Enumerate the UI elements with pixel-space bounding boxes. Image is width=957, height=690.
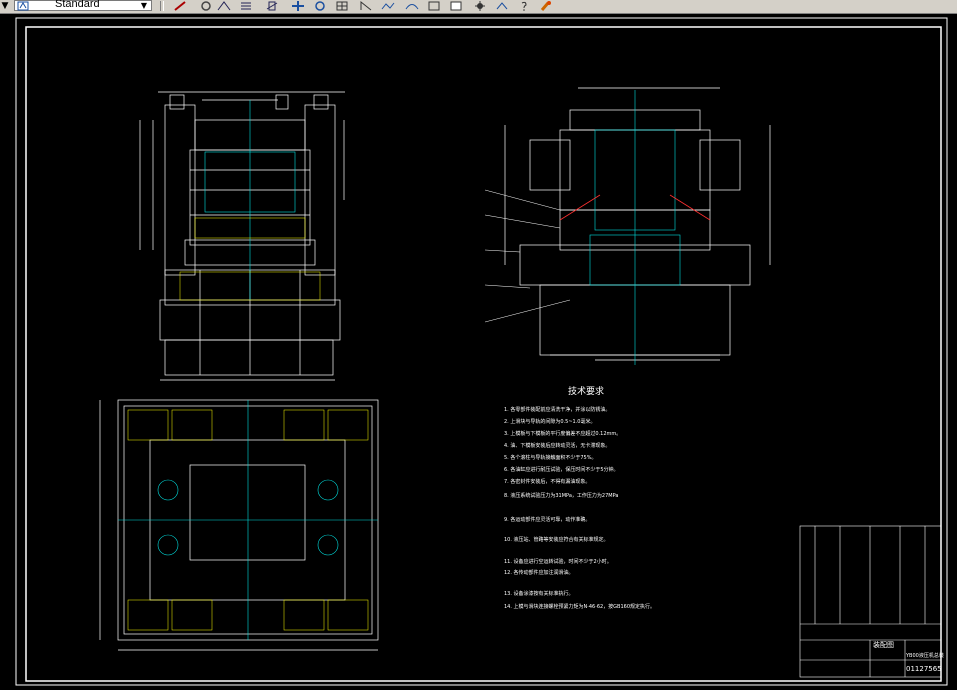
snap-icon[interactable] bbox=[494, 0, 510, 12]
dimension-icon[interactable] bbox=[216, 0, 232, 12]
rectangle-icon[interactable] bbox=[426, 0, 442, 12]
erase-icon[interactable] bbox=[198, 0, 214, 12]
title-block-name: 装配图 bbox=[873, 641, 894, 649]
inner-frame bbox=[25, 26, 942, 682]
note: 4. 油、下模板安装后应转动灵活，无卡滞现象。 bbox=[504, 443, 611, 449]
line-icon[interactable] bbox=[172, 0, 188, 12]
rotate-icon[interactable] bbox=[312, 0, 328, 12]
layer-icon[interactable] bbox=[238, 0, 254, 12]
note: 12. 各传动部件应加注润滑油。 bbox=[504, 570, 574, 576]
notes-title: 技术要求 bbox=[568, 387, 605, 397]
plan-view bbox=[99, 399, 379, 651]
drawing-canvas[interactable]: 技术要求 1. 各零部件装配前应清洗干净，并涂以防锈油。 2. 上滑块与导轨的间… bbox=[0, 14, 957, 690]
note: 3. 上模板与下模板的平行度偏差不应超过0.12mm。 bbox=[504, 431, 622, 437]
measure-icon[interactable] bbox=[358, 0, 374, 12]
toolbar-dropdown-arrow[interactable]: ▼ bbox=[0, 0, 10, 12]
note: 1. 各零部件装配前应清洗干净，并涂以防锈油。 bbox=[504, 407, 611, 413]
text-style-value: Standard bbox=[55, 0, 100, 10]
toolbar-separator bbox=[160, 1, 164, 11]
note: 11. 设备应进行空运转试验，时间不少于2小时。 bbox=[504, 559, 612, 565]
side-view bbox=[504, 87, 771, 361]
front-view bbox=[139, 91, 345, 381]
polyline-icon[interactable] bbox=[380, 0, 396, 12]
text-style-combo[interactable]: Standard ▼ bbox=[14, 0, 152, 11]
paint-icon[interactable] bbox=[538, 0, 554, 12]
note: 8. 液压系统试验压力为31MPa，工作压力为27MPa bbox=[504, 493, 619, 499]
title-block-number: 01127565 bbox=[906, 665, 942, 673]
note: 14. 上模与滑块连接螺栓预紧力矩为N·46·62，按GB160规定执行。 bbox=[504, 604, 656, 610]
toolbar: ▼ Standard ▼ bbox=[0, 0, 957, 14]
help-icon[interactable] bbox=[516, 0, 532, 12]
note: 2. 上滑块与导轨的间隙为0.5~1.0毫米。 bbox=[504, 419, 596, 425]
note: 10. 液压站、管路等安装应符合有关标准规定。 bbox=[504, 537, 609, 543]
note: 6. 各油缸应进行耐压试验，保压时间不少于5分钟。 bbox=[504, 467, 619, 473]
move-cross-icon[interactable] bbox=[290, 0, 306, 12]
outer-frame bbox=[15, 17, 948, 686]
curve-icon[interactable] bbox=[404, 0, 420, 12]
chevron-down-icon[interactable]: ▼ bbox=[137, 1, 151, 11]
note: 9. 各运动部件应灵活可靠，动作准确。 bbox=[504, 517, 591, 523]
note: 7. 各密封件安装后，不得有漏油现象。 bbox=[504, 479, 591, 485]
note: 13. 设备涂漆按有关标准执行。 bbox=[504, 591, 574, 597]
grid-icon[interactable] bbox=[334, 0, 350, 12]
cad-drawing bbox=[15, 17, 948, 686]
block-icon[interactable] bbox=[448, 0, 464, 12]
move-icon[interactable] bbox=[264, 0, 280, 12]
text-style-icon bbox=[17, 1, 29, 11]
settings-icon[interactable] bbox=[472, 0, 488, 12]
title-block-title: YB00液压机总装 bbox=[906, 653, 944, 659]
note: 5. 各个滚柱与导轨接触面积不少于75%。 bbox=[504, 455, 597, 461]
